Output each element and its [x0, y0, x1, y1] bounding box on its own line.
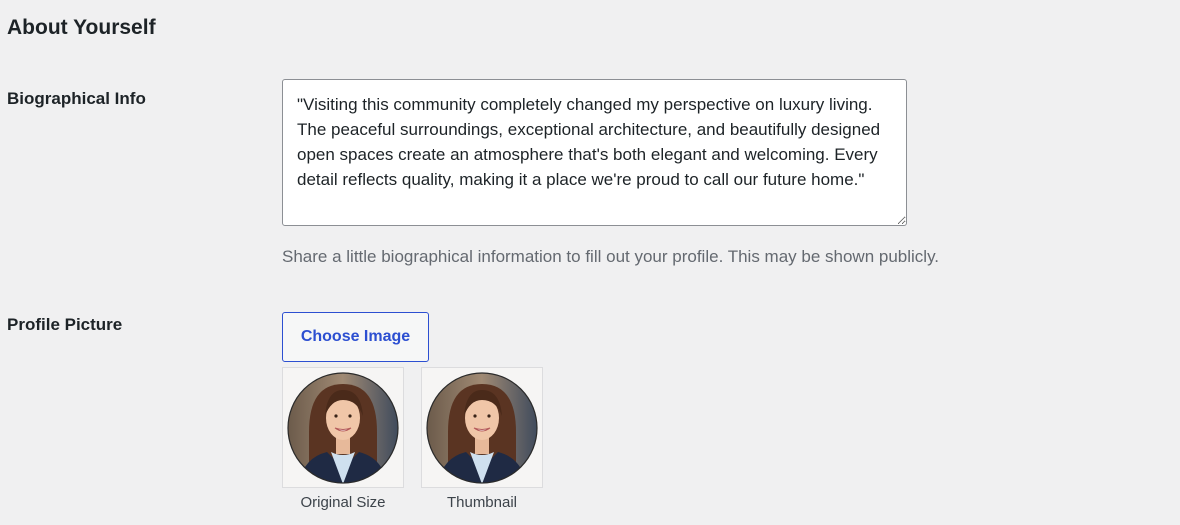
- choose-image-button[interactable]: Choose Image: [282, 312, 429, 362]
- avatar-image: [287, 372, 399, 484]
- profile-picture-original-preview: [282, 367, 404, 488]
- avatar-image: [426, 372, 538, 484]
- section-title: About Yourself: [7, 16, 156, 39]
- biographical-info-textarea[interactable]: "Visiting this community completely chan…: [282, 79, 907, 226]
- profile-picture-label: Profile Picture: [7, 315, 123, 334]
- thumbnail-caption: Thumbnail: [446, 494, 518, 511]
- biographical-info-description: Share a little biographical information …: [282, 247, 940, 266]
- profile-picture-thumbnail-preview: [421, 367, 543, 488]
- biographical-info-label: Biographical Info: [7, 89, 146, 108]
- original-size-caption: Original Size: [300, 494, 386, 511]
